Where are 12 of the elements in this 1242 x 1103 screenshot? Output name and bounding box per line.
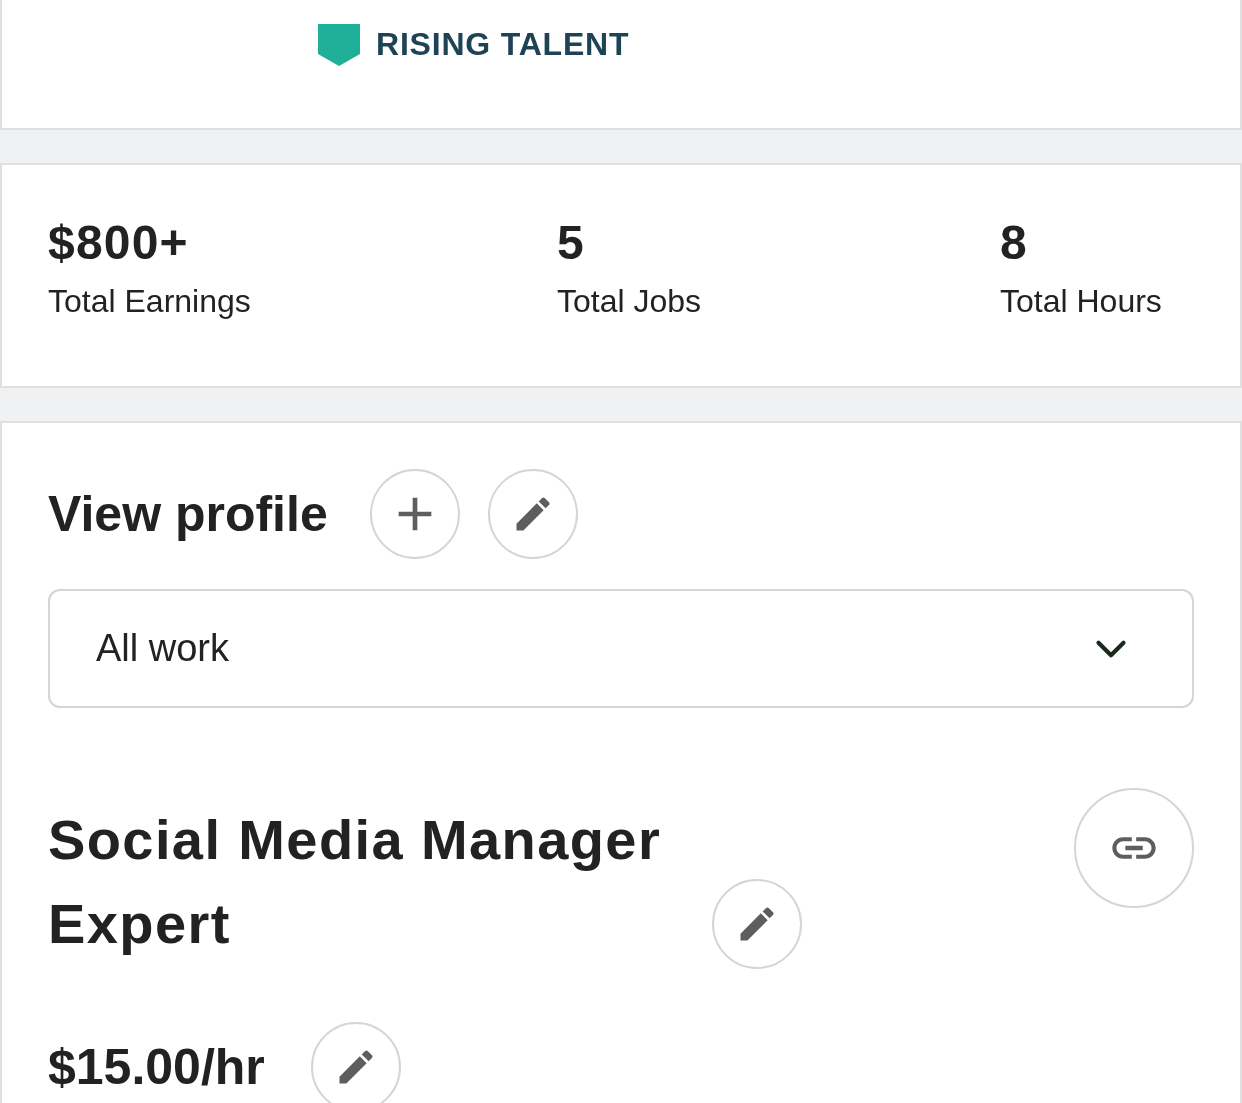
- work-dropdown[interactable]: All work: [48, 589, 1194, 708]
- stat-label: Total Jobs: [557, 282, 703, 321]
- stat-value: 8: [1000, 215, 1029, 271]
- stat-value: 5: [557, 215, 586, 271]
- badge-label: RISING TALENT: [376, 25, 630, 64]
- stat-value: $800+: [48, 215, 190, 271]
- shield-badge-icon: [318, 24, 360, 66]
- stat-label: Total Hours: [1000, 282, 1162, 321]
- section-heading: View profile: [48, 485, 328, 544]
- stat-label: Total Earnings: [48, 282, 252, 321]
- hourly-rate: $15.00/hr: [48, 1038, 265, 1097]
- profile-title: Social Media Manager Expert: [48, 807, 663, 957]
